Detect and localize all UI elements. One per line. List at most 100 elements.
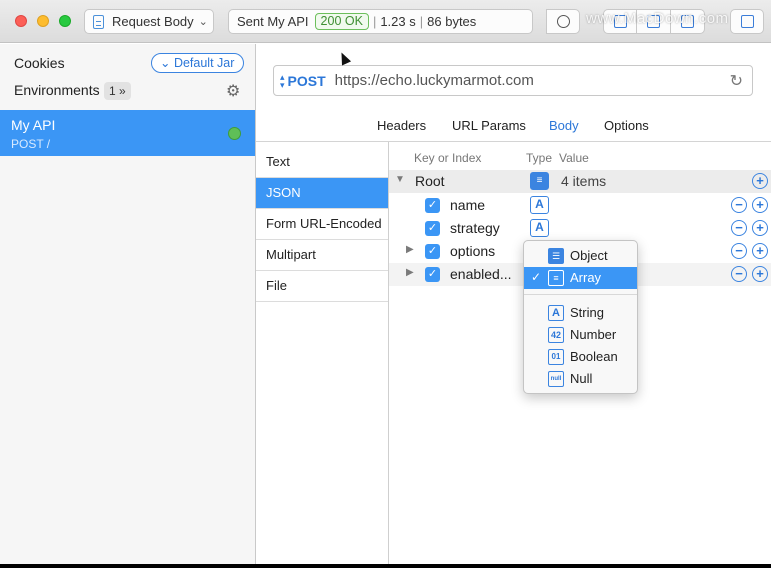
cookie-jar-label: Default Jar: [173, 56, 235, 70]
checkbox-icon[interactable]: ✓: [425, 244, 440, 259]
row-key: options: [450, 243, 496, 259]
separator: |: [372, 14, 377, 29]
body-type-json[interactable]: JSON: [256, 178, 388, 209]
number-icon: 42: [548, 327, 564, 343]
body-type-form-url-encoded[interactable]: Form URL-Encoded: [256, 209, 388, 240]
chevron-down-icon: ⌄: [198, 16, 208, 28]
response-status[interactable]: Sent My API 200 OK | 1.23 s | 86 bytes: [228, 9, 533, 34]
zoom-window-button[interactable]: [59, 15, 71, 27]
title-bar: Request Body ⌄ Sent My API 200 OK | 1.23…: [0, 0, 771, 43]
tab-body[interactable]: Body: [549, 118, 579, 133]
checkbox-icon[interactable]: ✓: [425, 198, 440, 213]
menu-item-boolean[interactable]: 01 Boolean: [524, 346, 637, 368]
status-dot-icon: [228, 127, 241, 140]
column-header-value: Value: [559, 151, 589, 165]
menu-item-array[interactable]: ✓ ≡ Array: [524, 267, 637, 289]
disclosure-closed-icon[interactable]: ▶: [406, 244, 414, 255]
checkbox-icon[interactable]: ✓: [425, 221, 440, 236]
menu-item-number[interactable]: 42 Number: [524, 324, 637, 346]
request-tabs: Headers URL Params Body Options: [256, 116, 771, 138]
add-icon[interactable]: +: [752, 220, 768, 236]
refresh-button[interactable]: [546, 9, 580, 34]
body-type-text[interactable]: Text: [256, 147, 388, 178]
menu-item-object[interactable]: ☰ Object: [524, 245, 637, 267]
add-icon[interactable]: +: [752, 243, 768, 259]
method-label: POST: [287, 72, 326, 89]
up-down-arrows-icon: ▴ ▾: [280, 71, 285, 90]
request-body-dropdown[interactable]: Request Body ⌄: [84, 9, 214, 34]
body-type-list: Text JSON Form URL-Encoded Multipart Fil…: [256, 147, 388, 302]
environments-label: Environments: [14, 82, 100, 98]
json-row[interactable]: ✓ strategy A − +: [389, 217, 771, 240]
remove-icon[interactable]: −: [731, 243, 747, 259]
remove-icon[interactable]: −: [731, 266, 747, 282]
request-name: My API: [11, 117, 56, 133]
object-icon: ☰: [548, 248, 564, 264]
body-type-file[interactable]: File: [256, 271, 388, 302]
sidebar-item-my-api[interactable]: My API POST /: [0, 110, 255, 156]
separator: |: [419, 14, 424, 29]
array-icon: ≡: [548, 270, 564, 286]
remove-icon[interactable]: −: [731, 197, 747, 213]
response-time: 1.23 s: [380, 14, 416, 29]
row-value: 4 items: [561, 173, 607, 189]
null-icon: null: [548, 371, 564, 387]
row-key: name: [450, 197, 486, 213]
menu-item-string[interactable]: A String: [524, 302, 637, 324]
remove-icon[interactable]: −: [731, 220, 747, 236]
column-headers: Key or Index Type Value: [389, 148, 771, 170]
column-header-type: Type: [526, 151, 553, 165]
close-window-button[interactable]: [15, 15, 27, 27]
method-selector[interactable]: ▴ ▾ POST: [280, 71, 326, 90]
divider: [256, 141, 771, 142]
add-icon[interactable]: +: [752, 173, 768, 189]
url-bar: ▴▾ POST ↻: [273, 65, 753, 96]
json-row[interactable]: ✓ name A − +: [389, 194, 771, 217]
refresh-icon: [557, 15, 570, 28]
string-icon[interactable]: A: [530, 219, 549, 237]
row-key: enabled...: [450, 266, 512, 282]
add-icon[interactable]: +: [752, 197, 768, 213]
disclosure-closed-icon[interactable]: ▶: [406, 267, 414, 278]
add-icon[interactable]: +: [752, 266, 768, 282]
json-row-root[interactable]: ▼ Root ≡ 4 items +: [389, 170, 771, 193]
menu-item-label: Object: [570, 248, 608, 263]
cookie-jar-button[interactable]: ⌄ Default Jar: [151, 53, 245, 73]
main-panel: ▴▾ POST ↻ Headers URL Params Body Option…: [256, 44, 771, 564]
menu-item-label: Null: [570, 371, 593, 386]
tab-url-params[interactable]: URL Params: [452, 118, 526, 133]
string-icon[interactable]: A: [530, 196, 549, 214]
url-input[interactable]: [334, 72, 705, 89]
panel-icon-group: [730, 9, 764, 34]
reload-icon[interactable]: ↻: [730, 71, 743, 91]
chevron-down-icon: ⌄: [160, 56, 174, 70]
toggle-panel-button[interactable]: [730, 9, 764, 34]
row-key: Root: [415, 173, 445, 189]
tab-headers[interactable]: Headers: [377, 118, 426, 133]
disclosure-open-icon[interactable]: ▼: [395, 174, 405, 185]
boolean-icon: 01: [548, 349, 564, 365]
row-key: strategy: [450, 220, 500, 236]
type-menu: ☰ Object ✓ ≡ Array A String 42 Number 01…: [523, 240, 638, 394]
menu-item-label: Array: [570, 270, 602, 285]
environments-count-badge[interactable]: 1 »: [104, 82, 131, 100]
checkmark-icon: ✓: [531, 270, 542, 284]
sidebar: Cookies ⌄ Default Jar Environments 1 » ⚙…: [0, 44, 256, 564]
body-type-multipart[interactable]: Multipart: [256, 240, 388, 271]
tab-options[interactable]: Options: [604, 118, 649, 133]
response-size: 86 bytes: [427, 14, 477, 29]
array-icon[interactable]: ≡: [530, 172, 549, 190]
gear-icon[interactable]: ⚙: [226, 81, 240, 101]
watermark: www.MacDown.com: [586, 10, 729, 27]
menu-item-label: Boolean: [570, 349, 618, 364]
cookies-label: Cookies: [14, 55, 65, 71]
checkbox-icon[interactable]: ✓: [425, 267, 440, 282]
menu-item-label: String: [570, 305, 604, 320]
menu-item-null[interactable]: null Null: [524, 368, 637, 390]
minimize-window-button[interactable]: [37, 15, 49, 27]
status-badge: 200 OK: [314, 13, 369, 30]
panel-icon: [741, 15, 754, 28]
string-icon: A: [548, 305, 564, 321]
document-icon: [93, 14, 104, 29]
toolbar-icon-group: [546, 9, 580, 34]
